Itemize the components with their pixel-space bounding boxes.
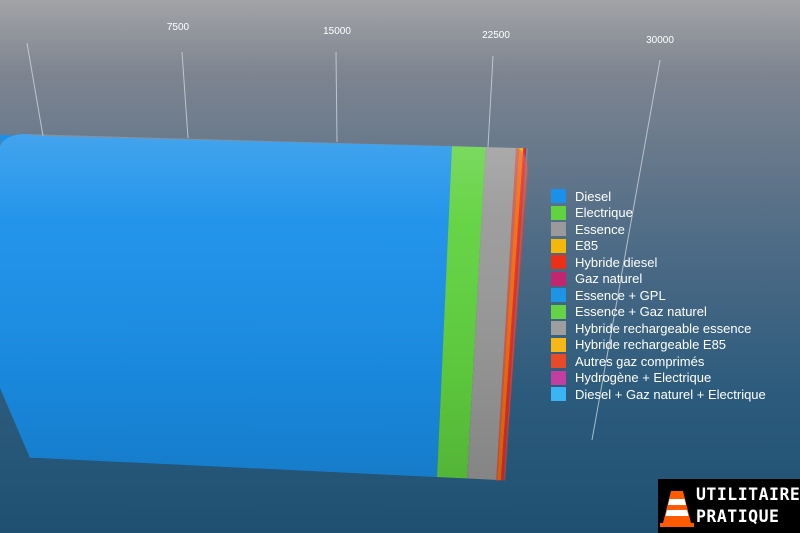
gridline	[26, 42, 44, 137]
gridline	[181, 51, 189, 139]
legend: Diesel Electrique Essence E85 Hybride diesel…	[551, 188, 766, 403]
x-tick-label: 15000	[323, 26, 351, 37]
legend-label: Essence + Gaz naturel	[575, 304, 707, 320]
legend-swatch	[551, 255, 566, 270]
legend-label: Hybride rechargeable essence	[575, 320, 752, 336]
x-tick-label: 7500	[167, 22, 190, 33]
gridline	[335, 51, 338, 143]
gridline	[487, 55, 494, 148]
legend-item: Hybride diesel	[551, 254, 766, 271]
legend-item: E85	[551, 238, 766, 255]
legend-item: Diesel + Gaz naturel + Electrique	[551, 386, 766, 403]
legend-swatch	[551, 238, 566, 253]
legend-item: Gaz naturel	[551, 271, 766, 288]
legend-item: Essence	[551, 221, 766, 238]
x-tick-label: 22500	[482, 30, 510, 41]
legend-item: Electrique	[551, 205, 766, 222]
legend-item: Hybride rechargeable E85	[551, 337, 766, 354]
logo-line-1: UTILITAIRE	[696, 485, 800, 504]
legend-label: Essence + GPL	[575, 287, 666, 303]
legend-swatch	[551, 321, 566, 336]
x-axis-ticks: 7500 15000 22500 30000	[167, 22, 674, 46]
utilitaire-pratique-logo: UTILITAIRE PRATIQUE	[658, 479, 800, 533]
legend-label: Diesel + Gaz naturel + Electrique	[575, 386, 766, 402]
legend-label: Diesel	[575, 188, 612, 204]
legend-label: Essence	[575, 221, 625, 237]
legend-label: Autres gaz comprimés	[575, 353, 705, 369]
legend-item: Essence + Gaz naturel	[551, 304, 766, 321]
legend-swatch	[551, 288, 566, 303]
legend-item: Hybride rechargeable essence	[551, 320, 766, 337]
bar-segments	[0, 134, 528, 481]
legend-label: Hybride rechargeable E85	[575, 337, 727, 353]
legend-label: Gaz naturel	[575, 271, 643, 287]
legend-swatch	[551, 304, 566, 319]
legend-item: Essence + GPL	[551, 287, 766, 304]
legend-swatch	[551, 370, 566, 385]
legend-label: Electrique	[575, 205, 633, 221]
legend-swatch	[551, 205, 566, 220]
legend-item: Diesel	[551, 188, 766, 205]
legend-label: Hybride diesel	[575, 254, 658, 270]
legend-swatch	[551, 189, 566, 204]
logo-line-2: PRATIQUE	[696, 507, 780, 526]
legend-label: E85	[575, 238, 599, 254]
legend-label: Hydrogène + Electrique	[575, 370, 712, 386]
bar-segment	[0, 134, 452, 477]
legend-swatch	[551, 387, 566, 402]
x-tick-label: 30000	[646, 35, 674, 46]
traffic-cone-icon	[660, 491, 694, 527]
legend-swatch	[551, 271, 566, 286]
legend-swatch	[551, 222, 566, 237]
legend-item: Autres gaz comprimés	[551, 353, 766, 370]
legend-swatch	[551, 337, 566, 352]
legend-item: Hydrogène + Electrique	[551, 370, 766, 387]
legend-swatch	[551, 354, 566, 369]
